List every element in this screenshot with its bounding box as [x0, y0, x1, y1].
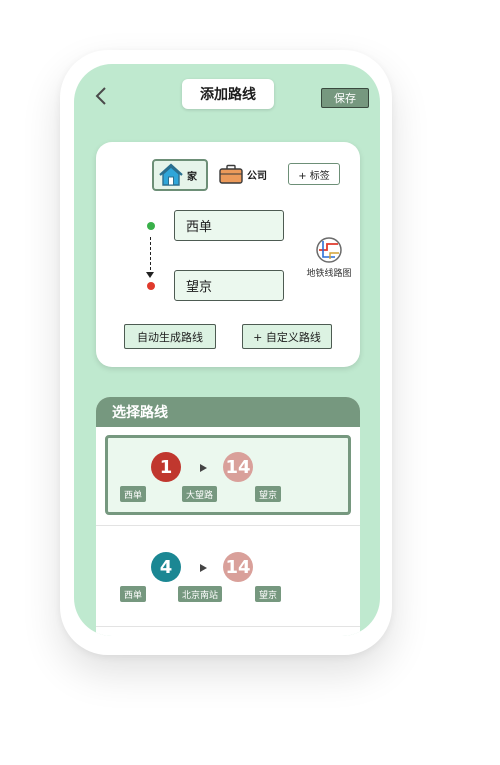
arrow-right-icon [200, 564, 207, 572]
stop-chip: 望京 [255, 486, 282, 502]
select-route-panel: 选择路线 1 14 西单 大望路 望京 4 14 西单 北京南站 望京 [96, 397, 360, 636]
metro-map-label: 地铁线路图 [306, 269, 352, 279]
destination-field[interactable]: 望京 [174, 270, 284, 301]
route-arrow-icon [146, 272, 154, 278]
route-option-1[interactable]: 1 14 西单 大望路 望京 [105, 435, 351, 515]
stop-chip: 西单 [120, 486, 147, 502]
page-title: 添加路线 [182, 79, 274, 109]
start-dot [147, 222, 155, 230]
end-dot [147, 282, 155, 290]
app-screen: 添加路线 保存 家 公司 + 标签 西单 望京 地铁线路图 自动生成路线 + 自… [74, 64, 380, 636]
metro-map-icon [316, 237, 342, 263]
tag-home[interactable]: 家 [152, 159, 208, 191]
metro-map-button[interactable]: 地铁线路图 [304, 237, 354, 279]
auto-generate-route-button[interactable]: 自动生成路线 [124, 324, 216, 349]
back-arrow-icon[interactable] [92, 86, 112, 106]
route-connector [150, 237, 151, 275]
arrow-right-icon [200, 464, 207, 472]
route-card: 家 公司 + 标签 西单 望京 地铁线路图 自动生成路线 + 自定义路线 [96, 142, 360, 367]
line-badge: 4 [151, 552, 181, 582]
custom-route-button[interactable]: + 自定义路线 [242, 324, 332, 349]
select-route-title: 选择路线 [96, 397, 360, 427]
stop-chip: 望京 [255, 586, 282, 602]
stop-chip: 大望路 [182, 486, 218, 502]
line-badge: 14 [223, 552, 253, 582]
route-option-2[interactable]: 4 14 西单 北京南站 望京 [96, 525, 360, 627]
tag-home-label: 家 [187, 171, 197, 183]
tag-company-label: 公司 [247, 170, 267, 182]
briefcase-icon [219, 164, 243, 184]
house-icon [159, 163, 183, 186]
tag-company[interactable]: 公司 [219, 162, 267, 186]
save-button[interactable]: 保存 [321, 88, 369, 108]
line-badge: 1 [151, 452, 181, 482]
add-tag-button[interactable]: + 标签 [288, 163, 340, 185]
origin-field[interactable]: 西单 [174, 210, 284, 241]
stop-chip: 北京南站 [178, 586, 223, 602]
stop-chip: 西单 [120, 586, 147, 602]
line-badge: 14 [223, 452, 253, 482]
